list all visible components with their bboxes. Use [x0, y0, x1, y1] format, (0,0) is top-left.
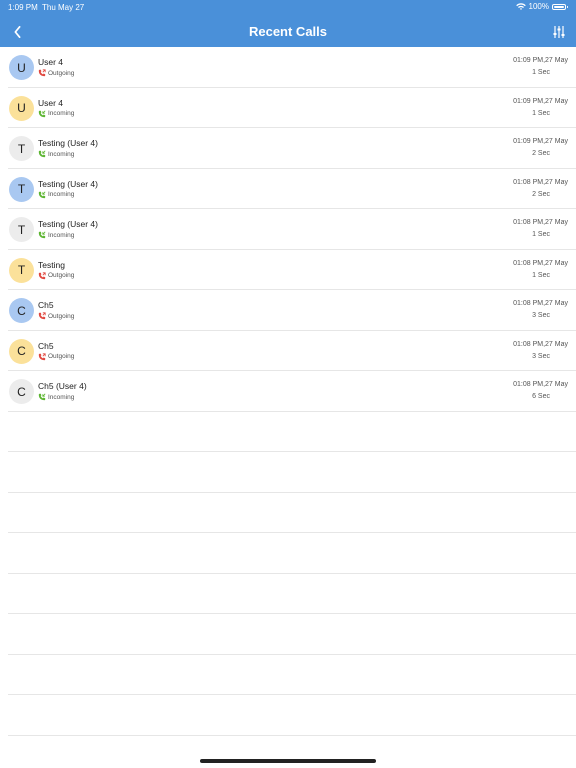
- avatar: C: [9, 379, 34, 404]
- call-row[interactable]: T Testing (User 4) Incoming 01:08 PM,27 May…: [8, 169, 576, 209]
- call-type-label: Incoming: [48, 110, 75, 117]
- status-time: 1:09 PM: [8, 3, 38, 12]
- call-type: Incoming: [38, 393, 74, 401]
- avatar: T: [9, 136, 34, 161]
- call-type-label: Outgoing: [48, 69, 75, 77]
- empty-row: [8, 655, 576, 695]
- avatar: T: [9, 217, 34, 242]
- avatar: U: [9, 55, 34, 80]
- call-duration: 2 Sec: [532, 190, 550, 198]
- outgoing-call-icon: [38, 271, 46, 280]
- incoming-call-icon: [38, 191, 46, 199]
- page-title: Recent Calls: [248, 24, 328, 39]
- status-date: Thu May 27: [42, 3, 85, 12]
- call-time: 01:08 PM,27 May: [513, 219, 568, 226]
- call-type-label: Incoming: [48, 191, 75, 198]
- incoming-call-icon: [38, 150, 46, 158]
- call-time: 01:08 PM,27 May: [513, 300, 568, 307]
- call-time: 01:09 PM,27 May: [513, 57, 568, 64]
- call-row[interactable]: U User 4 Incoming 01:09 PM,27 May 1 Sec: [8, 88, 576, 128]
- caller-name: User 4: [38, 97, 64, 108]
- incoming-call-icon: [38, 231, 46, 239]
- call-type: Outgoing: [38, 271, 75, 280]
- caller-name: Testing (User 4): [38, 178, 98, 189]
- call-duration: 1 Sec: [532, 69, 550, 76]
- call-type: Incoming: [38, 191, 74, 199]
- caller-name: Ch5 (User 4): [38, 381, 87, 391]
- caller-name: Testing (User 4): [38, 138, 98, 148]
- empty-row: [8, 452, 576, 493]
- call-duration: 2 Sec: [532, 150, 550, 157]
- call-type-label: Outgoing: [48, 353, 75, 360]
- incoming-call-icon: [38, 110, 46, 118]
- caller-name: Ch5: [38, 300, 54, 310]
- app-header: 1:09 PM Thu May 27 100% Recent Calls: [0, 0, 576, 47]
- call-row[interactable]: C Ch5 Outgoing 01:08 PM,27 May 3 Sec: [8, 290, 576, 331]
- call-time: 01:08 PM,27 May: [513, 340, 568, 348]
- call-time: 01:09 PM,27 May: [513, 138, 568, 145]
- empty-row: [8, 493, 576, 533]
- call-type: Incoming: [38, 150, 74, 158]
- call-duration: 3 Sec: [532, 352, 550, 360]
- call-time: 01:08 PM,27 May: [513, 381, 568, 388]
- call-duration: 6 Sec: [532, 393, 550, 400]
- status-indicators: 100%: [515, 2, 568, 11]
- empty-row: [8, 574, 576, 614]
- avatar: T: [9, 176, 34, 202]
- avatar: T: [9, 257, 34, 283]
- caller-name: Testing: [38, 259, 65, 270]
- empty-row: [8, 412, 576, 452]
- caller-name: Testing (User 4): [38, 219, 98, 229]
- empty-row: [8, 533, 576, 574]
- call-type-label: Outgoing: [48, 272, 75, 279]
- call-duration: 1 Sec: [532, 231, 550, 238]
- call-time: 01:08 PM,27 May: [513, 259, 568, 267]
- call-row[interactable]: C Ch5 Outgoing 01:08 PM,27 May 3 Sec: [8, 331, 576, 371]
- call-type: Outgoing: [38, 312, 74, 320]
- call-type: Outgoing: [38, 352, 75, 361]
- call-type: Outgoing: [38, 69, 74, 77]
- filter-button[interactable]: [550, 22, 568, 42]
- caller-name: Ch5: [38, 340, 54, 351]
- incoming-call-icon: [38, 393, 46, 401]
- call-duration: 1 Sec: [532, 109, 550, 117]
- call-type: Incoming: [38, 231, 74, 239]
- outgoing-call-icon: [38, 312, 46, 320]
- call-row[interactable]: T Testing (User 4) Incoming 01:08 PM,27 May…: [8, 209, 576, 250]
- battery-percent: 100%: [528, 2, 549, 11]
- home-indicator: [200, 759, 376, 763]
- empty-row: [8, 695, 576, 736]
- call-type-label: Incoming: [48, 150, 75, 158]
- call-time: 01:09 PM,27 May: [513, 97, 568, 105]
- call-type: Incoming: [38, 110, 74, 118]
- recent-calls-list: U User 4 Outgoing 01:09 PM,27 May 1 Sec U User…: [0, 47, 576, 736]
- call-type-label: Incoming: [48, 393, 75, 401]
- call-duration: 1 Sec: [532, 271, 550, 279]
- sliders-icon: [553, 26, 565, 38]
- outgoing-call-icon: [38, 69, 46, 77]
- call-row[interactable]: T Testing Outgoing 01:08 PM,27 May 1 Sec: [8, 250, 576, 290]
- battery-icon: [552, 3, 568, 10]
- avatar: C: [9, 338, 34, 364]
- call-row[interactable]: C Ch5 (User 4) Incoming 01:08 PM,27 May 6 Se…: [8, 371, 576, 412]
- call-row[interactable]: T Testing (User 4) Incoming 01:09 PM,27 May…: [8, 128, 576, 169]
- status-bar: 1:09 PM Thu May 27 100%: [0, 0, 576, 14]
- caller-name: User 4: [38, 57, 64, 67]
- call-row[interactable]: U User 4 Outgoing 01:09 PM,27 May 1 Sec: [8, 47, 576, 88]
- call-duration: 3 Sec: [532, 312, 550, 319]
- wifi-icon: [515, 2, 526, 10]
- avatar: U: [9, 95, 34, 121]
- avatar: C: [9, 298, 34, 323]
- call-type-label: Outgoing: [48, 312, 75, 320]
- outgoing-call-icon: [38, 352, 46, 361]
- call-type-label: Incoming: [48, 231, 75, 239]
- call-time: 01:08 PM,27 May: [513, 178, 568, 186]
- empty-row: [8, 614, 576, 655]
